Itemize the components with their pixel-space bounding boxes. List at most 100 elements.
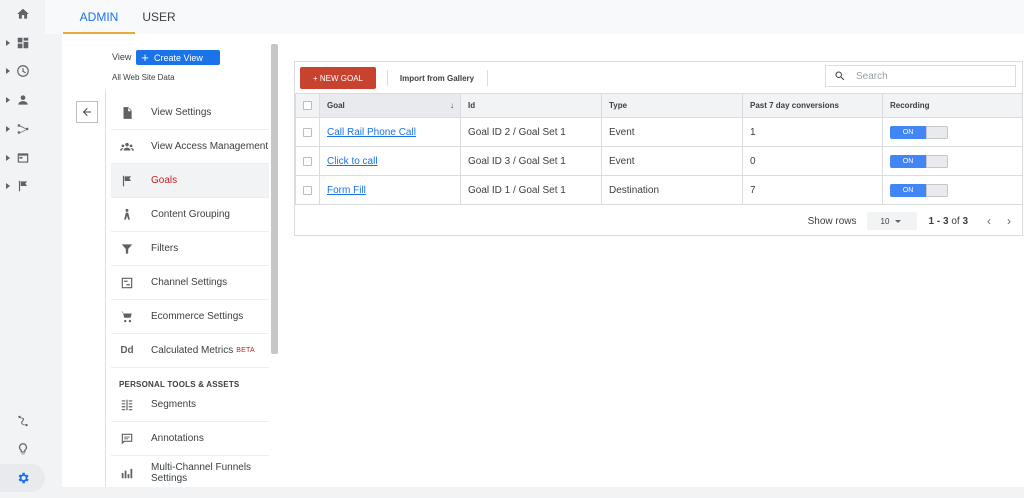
insights-nav[interactable] <box>0 436 45 462</box>
goal-name-cell: Form Fill <box>319 175 461 205</box>
import-gallery-button[interactable]: Import from Gallery <box>398 67 476 89</box>
nav-item-label: Calculated Metrics <box>151 345 234 356</box>
create-view-label: Create View <box>154 52 203 63</box>
chevron-left-icon[interactable]: ‹ <box>982 214 996 228</box>
caret-right-icon <box>6 40 10 46</box>
column-header-id[interactable]: Id <box>460 93 602 118</box>
new-goal-button[interactable]: + NEW GOAL <box>300 67 376 89</box>
view-admin-nav: View Settings View Access Management Goa… <box>111 96 269 368</box>
goal-type-cell: Event <box>601 146 743 176</box>
channel-icon <box>119 275 135 291</box>
nav-item-filters[interactable]: Filters <box>111 232 269 266</box>
behavior-icon <box>17 153 28 163</box>
conversions-nav[interactable] <box>0 173 45 199</box>
nav-item-segments[interactable]: Segments <box>111 388 269 422</box>
admin-nav[interactable] <box>0 464 45 492</box>
nav-item-content-grouping[interactable]: Content Grouping <box>111 198 269 232</box>
segments-icon <box>119 397 135 413</box>
view-label: View <box>112 52 132 62</box>
toolbar-divider <box>487 70 488 86</box>
tab-admin[interactable]: ADMIN <box>63 0 135 34</box>
goal-link[interactable]: Click to call <box>327 156 378 167</box>
column-header-conversions[interactable]: Past 7 day conversions <box>742 93 883 118</box>
home-icon <box>16 8 29 19</box>
recording-toggle[interactable]: ON <box>890 183 948 197</box>
table-row: Form Fill Goal ID 1 / Goal Set 1 Destina… <box>295 175 1023 205</box>
realtime-nav[interactable] <box>0 58 45 84</box>
behavior-nav[interactable] <box>0 145 45 171</box>
nav-item-channel-settings[interactable]: Channel Settings <box>111 266 269 300</box>
person-icon <box>17 95 28 105</box>
nav-item-label: Multi-Channel Funnels Settings <box>151 462 252 484</box>
nav-item-calculated-metrics[interactable]: Dd Calculated Metrics BETA <box>111 334 269 368</box>
caret-right-icon <box>6 126 10 132</box>
table-row: Call Rail Phone Call Goal ID 2 / Goal Se… <box>295 117 1023 147</box>
goals-toolbar: + NEW GOAL Import from Gallery <box>295 62 1022 94</box>
beta-badge: BETA <box>236 347 255 354</box>
document-icon <box>119 105 135 121</box>
back-button[interactable] <box>76 101 98 123</box>
column-divider <box>105 90 106 487</box>
rows-per-page-select[interactable]: 10 <box>866 212 917 230</box>
nav-item-mcf-settings[interactable]: Multi-Channel Funnels Settings <box>111 456 269 490</box>
nav-item-ecommerce-settings[interactable]: Ecommerce Settings <box>111 300 269 334</box>
page-range: 1 - 3 of 3 <box>928 215 968 227</box>
row-checkbox[interactable] <box>303 127 312 137</box>
recording-toggle[interactable]: ON <box>890 154 948 168</box>
caret-right-icon <box>6 155 10 161</box>
nav-item-goals[interactable]: Goals <box>111 164 269 198</box>
people-icon <box>119 139 135 155</box>
annotation-icon <box>119 431 135 447</box>
chevron-down-icon <box>895 219 902 223</box>
table-footer: Show rows 10 1 - 3 of 3 ‹ › <box>295 207 1022 235</box>
search-box <box>825 65 1016 87</box>
goal-id-cell: Goal ID 1 / Goal Set 1 <box>460 175 602 205</box>
select-all-checkbox[interactable] <box>303 101 312 110</box>
search-icon <box>835 71 845 81</box>
goal-link[interactable]: Call Rail Phone Call <box>327 127 416 138</box>
caret-right-icon <box>6 97 10 103</box>
recording-toggle[interactable]: ON <box>890 125 948 139</box>
flag-icon <box>119 173 135 189</box>
tab-user[interactable]: USER <box>139 0 179 34</box>
discover-nav[interactable] <box>0 408 45 434</box>
plus-icon: + <box>141 50 149 65</box>
nav-item-annotations[interactable]: Annotations <box>111 422 269 456</box>
main-panel: View + Create View All Web Site Data Vie… <box>62 34 1024 487</box>
left-rail <box>0 0 45 498</box>
search-input[interactable] <box>856 70 1006 82</box>
nav-item-view-settings[interactable]: View Settings <box>111 96 269 130</box>
acquisition-nav[interactable] <box>0 116 45 142</box>
nav-item-label: Channel Settings <box>151 277 228 288</box>
column-header-recording[interactable]: Recording <box>882 93 1023 118</box>
top-tab-bar: ADMIN USER <box>45 0 1024 34</box>
goal-link[interactable]: Form Fill <box>327 185 366 196</box>
column-header-type[interactable]: Type <box>601 93 743 118</box>
nav-item-view-access[interactable]: View Access Management <box>111 130 269 164</box>
nav-item-label: Goals <box>151 175 178 186</box>
audience-nav[interactable] <box>0 87 45 113</box>
nav-scrollbar[interactable] <box>271 44 278 354</box>
lightbulb-icon <box>18 443 27 455</box>
create-view-button[interactable]: + Create View <box>136 50 220 65</box>
home-nav[interactable] <box>0 1 45 27</box>
nav-item-label: View Access Management <box>151 141 269 152</box>
nav-item-label: Content Grouping <box>151 209 230 220</box>
row-select-cell <box>295 175 320 205</box>
nav-item-label: Annotations <box>151 433 204 444</box>
row-checkbox[interactable] <box>303 156 312 166</box>
dd-icon: Dd <box>120 345 134 356</box>
person-walking-icon <box>119 207 135 223</box>
row-select-cell <box>295 146 320 176</box>
chevron-right-icon[interactable]: › <box>1002 214 1016 228</box>
view-name: All Web Site Data <box>112 73 175 82</box>
goal-conversions-cell: 1 <box>742 117 883 147</box>
column-header-goal[interactable]: Goal ↓ <box>319 93 461 118</box>
row-checkbox[interactable] <box>303 185 312 195</box>
discover-icon <box>17 415 28 427</box>
goal-conversions-cell: 7 <box>742 175 883 205</box>
recording-cell: ON <box>882 117 1023 147</box>
select-all-cell <box>295 93 320 118</box>
bar-chart-icon <box>119 465 135 481</box>
customization-nav[interactable] <box>0 30 45 56</box>
